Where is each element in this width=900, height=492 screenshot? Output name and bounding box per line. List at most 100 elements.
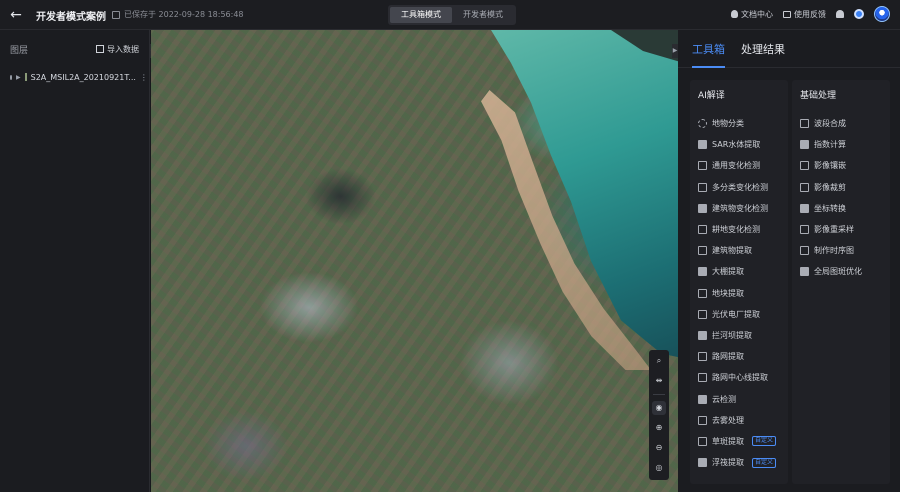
road-icon: [698, 352, 707, 362]
map-toolbar: ⌕ ⇹ ◉ ⊕ ⊖ ◎: [649, 350, 669, 480]
tab-results[interactable]: 处理结果: [741, 41, 785, 67]
feedback-label: 使用反馈: [794, 9, 826, 19]
tool-item-label: 指数计算: [814, 140, 846, 150]
mosaic-icon: [800, 161, 809, 171]
custom-badge: 自定义: [752, 457, 777, 468]
tool-item-label: 耕地变化检测: [712, 225, 760, 235]
docs-link[interactable]: 文档中心: [731, 9, 773, 20]
feedback-link[interactable]: 使用反馈: [783, 9, 826, 20]
tool-item[interactable]: 地块提取: [690, 283, 788, 304]
grass-icon: [698, 436, 707, 446]
globe-icon[interactable]: ◉: [652, 401, 666, 415]
more-icon[interactable]: ⋮: [140, 73, 148, 82]
tool-item[interactable]: 草斑提取 自定义: [690, 431, 788, 452]
dam-icon: [698, 330, 707, 340]
tool-item[interactable]: 波段合成: [792, 113, 890, 134]
index-icon: [800, 140, 809, 150]
tool-item[interactable]: 光伏电厂提取: [690, 304, 788, 325]
arrow-left-icon[interactable]: ←: [8, 7, 24, 23]
tool-item[interactable]: 浮筏提取 自定义: [690, 452, 788, 473]
tool-item[interactable]: 影像重采样: [792, 219, 890, 240]
raster-icon: [24, 73, 27, 81]
divider: [653, 394, 665, 395]
tool-item-label: 影像裁剪: [814, 182, 846, 192]
bell-icon[interactable]: [836, 10, 844, 18]
tool-item[interactable]: 耕地变化检测: [690, 219, 788, 240]
tool-item[interactable]: 大棚提取: [690, 261, 788, 282]
caret-right-icon[interactable]: ▶: [16, 74, 21, 81]
basic-column: 基础处理 波段合成 指数计算 影像镶嵌 影像裁剪 坐标转换 影像重采样 制作时序图 全局图斑优…: [792, 80, 890, 484]
save-status: 已保存于 2022-09-28 18:56:48: [112, 9, 244, 20]
cloud-icon: [698, 394, 707, 404]
tool-item-label: 建筑物变化检测: [712, 203, 768, 213]
tool-item[interactable]: 制作时序图: [792, 240, 890, 261]
tool-item-label: 光伏电厂提取: [712, 309, 760, 319]
layers-panel: 图层 导入数据 ▶ S2A_MSIL2A_20210921T... ⋮: [0, 30, 150, 492]
swap-icon[interactable]: ⇹: [652, 374, 666, 388]
tool-item[interactable]: 去雾处理: [690, 410, 788, 431]
tool-item-label: 通用变化检测: [712, 161, 760, 171]
top-right-actions: 文档中心 使用反馈: [731, 6, 890, 22]
layer-item[interactable]: ▶ S2A_MSIL2A_20210921T... ⋮: [0, 68, 149, 86]
change-icon: [698, 161, 707, 171]
tool-item[interactable]: 路网提取: [690, 346, 788, 367]
import-data-button[interactable]: 导入数据: [96, 44, 139, 55]
tool-item-label: 建筑物提取: [712, 246, 752, 256]
classify-icon: [698, 119, 707, 129]
search-icon[interactable]: ⌕: [652, 354, 666, 368]
tool-item[interactable]: 建筑物提取: [690, 240, 788, 261]
layers-icon: [800, 119, 809, 129]
dehaze-icon: [698, 415, 707, 425]
tool-item-label: 云检测: [712, 394, 736, 404]
help-icon[interactable]: [854, 9, 864, 19]
farmland-change-icon: [698, 225, 707, 235]
tool-item[interactable]: 通用变化检测: [690, 155, 788, 176]
tool-item[interactable]: 影像裁剪: [792, 177, 890, 198]
tool-item[interactable]: 指数计算: [792, 134, 890, 155]
docs-label: 文档中心: [741, 9, 773, 19]
eye-icon[interactable]: [10, 74, 12, 80]
tool-item[interactable]: 建筑物变化检测: [690, 198, 788, 219]
ai-column-title: AI解译: [698, 91, 725, 101]
tool-item-label: 全局图斑优化: [814, 267, 862, 277]
custom-badge: 自定义: [752, 436, 777, 447]
tool-item-label: 影像镶嵌: [814, 161, 846, 171]
tool-item[interactable]: 地物分类: [690, 113, 788, 134]
zoom-out-icon[interactable]: ⊖: [652, 441, 666, 455]
tool-item[interactable]: 多分类变化检测: [690, 177, 788, 198]
zoom-in-icon[interactable]: ⊕: [652, 421, 666, 435]
crop-icon: [800, 182, 809, 192]
layer-name: S2A_MSIL2A_20210921T...: [30, 72, 136, 82]
tool-item-label: 浮筏提取: [712, 458, 744, 468]
tool-item-label: SAR水体提取: [712, 140, 761, 150]
multi-change-icon: [698, 182, 707, 192]
tool-item-label: 路网提取: [712, 352, 744, 362]
tools-panel: 工具箱 处理结果 AI解译 地物分类 SAR水体提取 通用变化检测 多分类变化检测 建筑…: [678, 30, 900, 492]
tool-item[interactable]: 全局图斑优化: [792, 261, 890, 282]
tool-item[interactable]: 坐标转换: [792, 198, 890, 219]
tab-toolbox[interactable]: 工具箱: [692, 41, 725, 68]
tool-item[interactable]: 云检测: [690, 388, 788, 409]
building-change-icon: [698, 203, 707, 213]
tool-item-label: 坐标转换: [814, 203, 846, 213]
mode-switch: 工具箱模式 开发者模式: [388, 5, 516, 25]
tool-item[interactable]: 拦河坝提取: [690, 325, 788, 346]
top-bar: ← 开发者模式案例 已保存于 2022-09-28 18:56:48 工具箱模式…: [0, 0, 900, 30]
tool-item-label: 去雾处理: [712, 415, 744, 425]
basic-tool-list: 波段合成指数计算影像镶嵌影像裁剪坐标转换影像重采样制作时序图全局图斑优化: [792, 113, 890, 283]
tab-developer-mode[interactable]: 开发者模式: [452, 7, 514, 23]
tool-item-label: 制作时序图: [814, 246, 854, 256]
tool-item[interactable]: SAR水体提取: [690, 134, 788, 155]
greenhouse-icon: [698, 267, 707, 277]
avatar[interactable]: [874, 6, 890, 22]
tool-item-label: 多分类变化检测: [712, 182, 768, 192]
import-label: 导入数据: [107, 44, 139, 54]
tab-toolbox-mode[interactable]: 工具箱模式: [390, 7, 452, 23]
tool-item-label: 波段合成: [814, 119, 846, 129]
tool-item[interactable]: 影像镶嵌: [792, 155, 890, 176]
lightbulb-icon: [731, 10, 738, 18]
map-view[interactable]: ▶ ⌕ ⇹ ◉ ⊕ ⊖ ◎: [151, 30, 678, 492]
locate-icon[interactable]: ◎: [652, 461, 666, 475]
tool-item[interactable]: 路网中心线提取: [690, 367, 788, 388]
save-icon: [112, 10, 120, 19]
